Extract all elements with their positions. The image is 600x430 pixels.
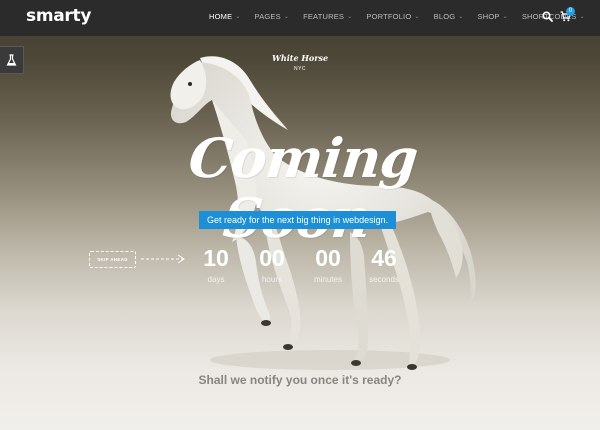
nav-item-portfolio[interactable]: PORTFOLIO ⌄ — [366, 12, 419, 21]
countdown-minutes-value: 00 — [315, 245, 341, 271]
countdown-hours-label: hours — [261, 275, 282, 284]
chevron-down-icon: ⌄ — [235, 14, 241, 20]
chevron-down-icon: ⌄ — [502, 14, 508, 20]
nav-item-shop[interactable]: SHOP ⌄ — [478, 12, 508, 21]
coming-soon-title: Coming Soon — [185, 126, 421, 250]
nav-item-label: BLOG — [433, 12, 456, 21]
countdown-seconds-label: seconds — [369, 275, 399, 284]
brand-subtitle: NYC — [293, 66, 307, 72]
countdown-days-value: 10 — [203, 245, 229, 271]
nav-item-label: PORTFOLIO — [366, 12, 412, 21]
chevron-down-icon: ⌄ — [414, 14, 420, 20]
nav-item-shortcodes[interactable]: SHORTCODES ⌄ — [522, 12, 585, 21]
countdown-minutes-label: minutes — [313, 275, 342, 284]
side-panel-toggle[interactable] — [0, 46, 24, 74]
nav-item-features[interactable]: FEATURES ⌄ — [303, 12, 352, 21]
nav-item-home[interactable]: HOME ⌄ — [209, 12, 241, 21]
flask-icon — [6, 54, 17, 66]
brand-logo: White Horse — [271, 53, 329, 63]
countdown-days-label: days — [207, 275, 225, 284]
chevron-down-icon: ⌄ — [458, 14, 464, 20]
countdown-hours-value: 00 — [259, 245, 285, 271]
countdown-seconds-value: 46 — [371, 245, 397, 271]
site-logo[interactable]: smarty — [26, 6, 91, 26]
nav-item-label: SHOP — [477, 12, 500, 21]
cart-count-badge: 0 — [566, 7, 575, 16]
nav-item-blog[interactable]: BLOG ⌄ — [434, 12, 464, 21]
page-background: smarty HOME ⌄ PAGES ⌄ FEATURES ⌄ PORTFOL… — [0, 0, 600, 430]
tagline-banner: Get ready for the next big thing in webd… — [199, 211, 397, 229]
chevron-down-icon: ⌄ — [347, 14, 353, 20]
nav-item-pages[interactable]: PAGES ⌄ — [255, 12, 290, 21]
notify-heading: Shall we notify you once it's ready? — [198, 373, 402, 387]
arrow-right-icon — [141, 254, 185, 264]
search-icon[interactable] — [542, 11, 553, 22]
chevron-down-icon: ⌄ — [283, 14, 290, 20]
nav-item-label: HOME — [209, 12, 233, 21]
nav-item-label: PAGES — [254, 12, 281, 21]
skip-ahead-button[interactable]: SKIP AHEAD — [89, 251, 136, 268]
main-menu: HOME ⌄ PAGES ⌄ FEATURES ⌄ PORTFOLIO ⌄ BL… — [209, 12, 599, 21]
chevron-down-icon: ⌄ — [579, 14, 585, 20]
nav-item-label: FEATURES — [303, 12, 345, 21]
top-navbar: smarty HOME ⌄ PAGES ⌄ FEATURES ⌄ PORTFOL… — [0, 0, 600, 36]
